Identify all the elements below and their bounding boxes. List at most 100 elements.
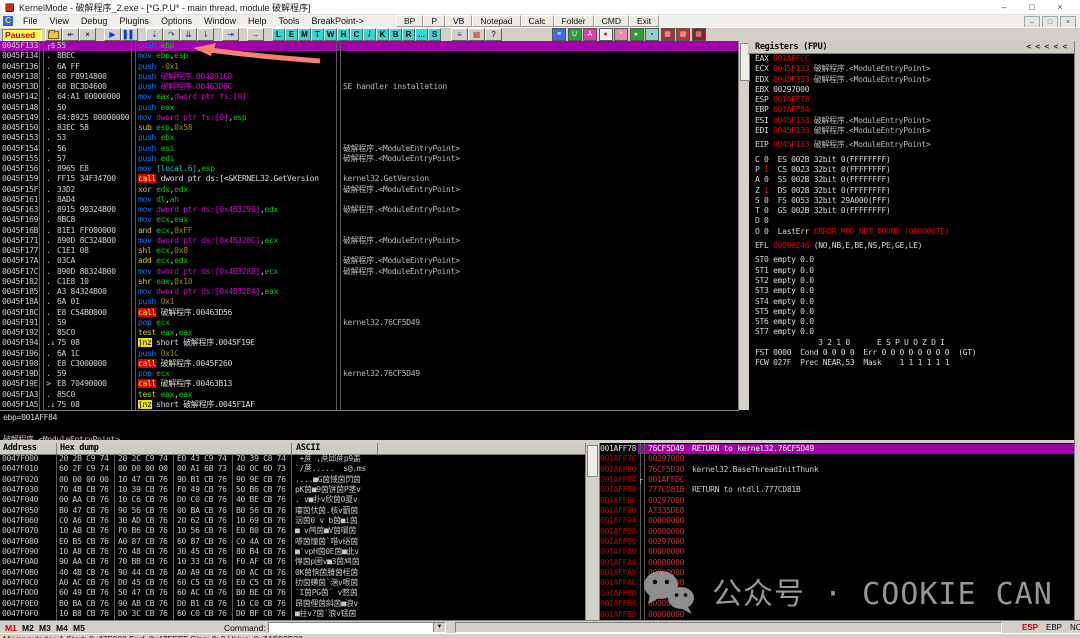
view-button-m[interactable]: M — [298, 28, 311, 41]
command-dropdown-icon[interactable]: ▼ — [433, 623, 445, 632]
disasm-row[interactable]: 0045F182.C1E8 10shr eax,0x10 — [0, 277, 738, 287]
quick-button-calc[interactable]: Calc — [521, 15, 554, 27]
plugin-icon-4[interactable]: ● — [599, 28, 613, 41]
disasm-row[interactable]: 0045F156.8965 E8mov [local.6],esp — [0, 164, 738, 174]
register-line[interactable]: P 1 CS 0023 32bit 0(FFFFFFFF) — [748, 165, 1074, 175]
quick-button-bp[interactable]: BP — [396, 15, 423, 27]
view-button-dots[interactable]: ... — [415, 28, 428, 41]
stack-row[interactable]: 001AFF9800000000 — [598, 527, 1074, 537]
register-line[interactable]: D 0 — [748, 216, 1074, 226]
register-line[interactable]: EIP 0045F133 破解程序.<ModuleEntryPoint> — [748, 140, 1074, 150]
memory-tab-m2[interactable]: M2 — [22, 623, 34, 633]
register-line[interactable]: ECX 0045F133 破解程序.<ModuleEntryPoint> — [748, 64, 1074, 74]
status-flag-none[interactable]: NONE — [1070, 623, 1080, 632]
disasm-row[interactable]: 0045F18C.E8 C54B0000call 破解程序.00463D56 — [0, 308, 738, 318]
register-line[interactable]: EDI 0045F133 破解程序.<ModuleEntryPoint> — [748, 126, 1074, 136]
menu-item-window[interactable]: Window — [198, 16, 242, 26]
windows-list-icon[interactable]: ≡ — [451, 28, 468, 41]
menu-item-help[interactable]: Help — [242, 16, 273, 26]
disasm-row[interactable]: 0045F1A3.85C0test eax,eax — [0, 390, 738, 400]
dump-row[interactable]: 0047F0A090 AA CB 7670 BB CB 7610 33 CB 7… — [0, 557, 585, 567]
register-line[interactable]: ESP 001AFF78 — [748, 95, 1074, 105]
register-line[interactable]: EFL 00000246 (NO,NB,E,BE,NS,PE,GE,LE) — [748, 241, 1074, 251]
plugin-icon-1[interactable]: ≡ — [552, 28, 566, 41]
plugin-icon-2[interactable]: U — [568, 28, 582, 41]
memory-tab-m1[interactable]: M1 — [5, 623, 17, 633]
register-line[interactable]: EBX 00297000 — [748, 85, 1074, 95]
quick-button-p[interactable]: P — [423, 15, 445, 27]
view-button-l[interactable]: L — [272, 28, 285, 41]
disasm-row[interactable]: 0045F192.85C0test eax,eax — [0, 328, 738, 338]
status-flag-ebp[interactable]: EBP — [1046, 623, 1062, 632]
view-button-s[interactable]: S — [428, 28, 441, 41]
help-icon[interactable]: ? — [485, 28, 502, 41]
memory-tab-m5[interactable]: M5 — [73, 623, 85, 633]
register-line[interactable]: ST3 empty 0.0 — [748, 286, 1074, 296]
disasm-row[interactable]: 0045F155.57push edi破解程序.<ModuleEntryPoin… — [0, 154, 738, 164]
dump-row[interactable]: 0047F0C0A0 AC CB 76D0 45 CB 7660 C5 CB 7… — [0, 578, 585, 588]
menu-item-options[interactable]: Options — [155, 16, 198, 26]
register-line[interactable]: ST0 empty 0.0 — [748, 255, 1074, 265]
animate-into-icon[interactable]: ⇊ — [180, 28, 197, 41]
disasm-row[interactable]: 0045F136.6A FFpush -0x1 — [0, 62, 738, 72]
register-line[interactable]: Z 1 DS 002B 32bit 0(FFFFFFFF) — [748, 186, 1074, 196]
plugin-icon-9[interactable]: ▦ — [676, 28, 690, 41]
stack-row[interactable]: 001AFF8C00297000 — [598, 496, 1074, 506]
disasm-row[interactable]: 0045F18A.6A 01push 0x1 — [0, 297, 738, 307]
register-line[interactable]: EAX 001AFFCC — [748, 54, 1074, 64]
stack-row[interactable]: 001AFF84┌001AFFDC — [598, 475, 1074, 485]
quick-button-folder[interactable]: Folder — [554, 15, 594, 27]
command-input[interactable] — [270, 623, 430, 631]
execute-till-return-icon[interactable]: ⇥ — [222, 28, 239, 41]
view-button-b[interactable]: B — [389, 28, 402, 41]
memory-tab-m4[interactable]: M4 — [56, 623, 68, 633]
step-over-icon[interactable]: ↷ — [163, 28, 180, 41]
plugin-icon-6[interactable]: ▸ — [630, 28, 644, 41]
dump-row[interactable]: 0047F09010 A8 CB 7670 48 CB 7630 45 CB 7… — [0, 547, 585, 557]
maximize-button[interactable]: □ — [1018, 2, 1046, 12]
stack-row[interactable]: 001AFF8076CF5D30kernel32.BaseThreadInitT… — [598, 465, 1074, 475]
stack-row[interactable]: 001AFF88777CD81BRETURN to ntdll.777CD81B — [598, 485, 1074, 495]
view-button-slash[interactable]: / — [363, 28, 376, 41]
run-icon[interactable]: ▶ — [104, 28, 121, 41]
register-line[interactable]: ST2 empty 0.0 — [748, 276, 1074, 286]
register-line[interactable]: FCW 027F Prec NEAR,53 Mask 1 1 1 1 1 1 — [748, 358, 1074, 368]
disasm-row[interactable]: 0045F154.56push esi破解程序.<ModuleEntryPoin… — [0, 144, 738, 154]
register-line[interactable]: S 0 FS 0053 32bit 29A000(FFF) — [748, 196, 1074, 206]
registers-unfold-marks[interactable]: < < < < < — [1026, 41, 1067, 53]
disasm-row[interactable]: 0045F150.83EC 58sub esp,0x58 — [0, 123, 738, 133]
menu-item-tools[interactable]: Tools — [273, 16, 306, 26]
dump-row[interactable]: 0047F04000 AA CB 7610 C6 CB 76D0 C0 CB 7… — [0, 495, 585, 505]
plugin-icon-8[interactable]: ▦ — [661, 28, 675, 41]
view-button-t[interactable]: T — [311, 28, 324, 41]
dump-row[interactable]: 0047F0B040 4B CB 7690 44 CB 76A0 A9 CB 7… — [0, 568, 585, 578]
quick-button-notepad[interactable]: Notepad — [472, 15, 520, 27]
close-window-icon[interactable]: × — [79, 28, 96, 41]
quick-button-exit[interactable]: Exit — [629, 15, 659, 27]
disasm-row[interactable]: 0045F19D.59pop ecxkernel32.76CF5D49 — [0, 369, 738, 379]
dump-row[interactable]: 0047F03070 4B CB 7610 39 CB 76F0 49 CB 7… — [0, 485, 585, 495]
dump-row[interactable]: 0047F00020 2B C9 7420 2C C9 74E0 43 C9 7… — [0, 454, 585, 464]
register-line[interactable]: ST1 empty 0.0 — [748, 266, 1074, 276]
register-line[interactable]: EDX 0045F133 破解程序.<ModuleEntryPoint> — [748, 75, 1074, 85]
register-line[interactable]: 3 2 1 0 E S P U O Z D I — [748, 338, 1074, 348]
disasm-row[interactable]: 0045F153.53push ebx — [0, 133, 738, 143]
disasm-row[interactable]: 0045F194.↓75 08jnz short 破解程序.0045F19E — [0, 338, 738, 348]
disasm-row[interactable]: 0045F185.A3 84324B00mov dword ptr ds:[0x… — [0, 287, 738, 297]
disasm-row[interactable]: 0045F142.64:A1 00000000mov eax,dword ptr… — [0, 92, 738, 102]
plugin-icon-7[interactable]: ▪ — [645, 28, 659, 41]
view-button-w[interactable]: W — [324, 28, 337, 41]
disasm-row[interactable]: 0045F196.6A 1Cpush 0x1C — [0, 349, 738, 359]
go-to-icon[interactable]: → — [247, 28, 264, 41]
disasm-row[interactable]: 0045F15F.33D2xor edx,edx破解程序.<ModuleEntr… — [0, 185, 738, 195]
dump-row[interactable]: 0047F0D060 49 CB 7650 47 CB 7660 AC CB 7… — [0, 588, 585, 598]
disasm-row[interactable]: 0045F13D.68 BC3D4600push 破解程序.00463DBCSE… — [0, 82, 738, 92]
disasm-row[interactable]: 0045F148.50push eax — [0, 103, 738, 113]
plugin-icon-3[interactable]: A — [583, 28, 597, 41]
dump-row[interactable]: 0047F080E0 B5 CB 76A0 87 CB 7660 87 CB 7… — [0, 537, 585, 547]
dump-row[interactable]: 0047F050B0 47 CB 7690 56 CB 7600 BA CB 7… — [0, 506, 585, 516]
status-flag-esp[interactable]: ESP — [1022, 623, 1038, 632]
disasm-row[interactable]: 0045F191.59pop ecxkernel32.76CF5D49 — [0, 318, 738, 328]
disasm-row[interactable]: 0045F138.68 F8914800push 破解程序.004891F8 — [0, 72, 738, 82]
plugin-icon-5[interactable]: * — [614, 28, 628, 41]
